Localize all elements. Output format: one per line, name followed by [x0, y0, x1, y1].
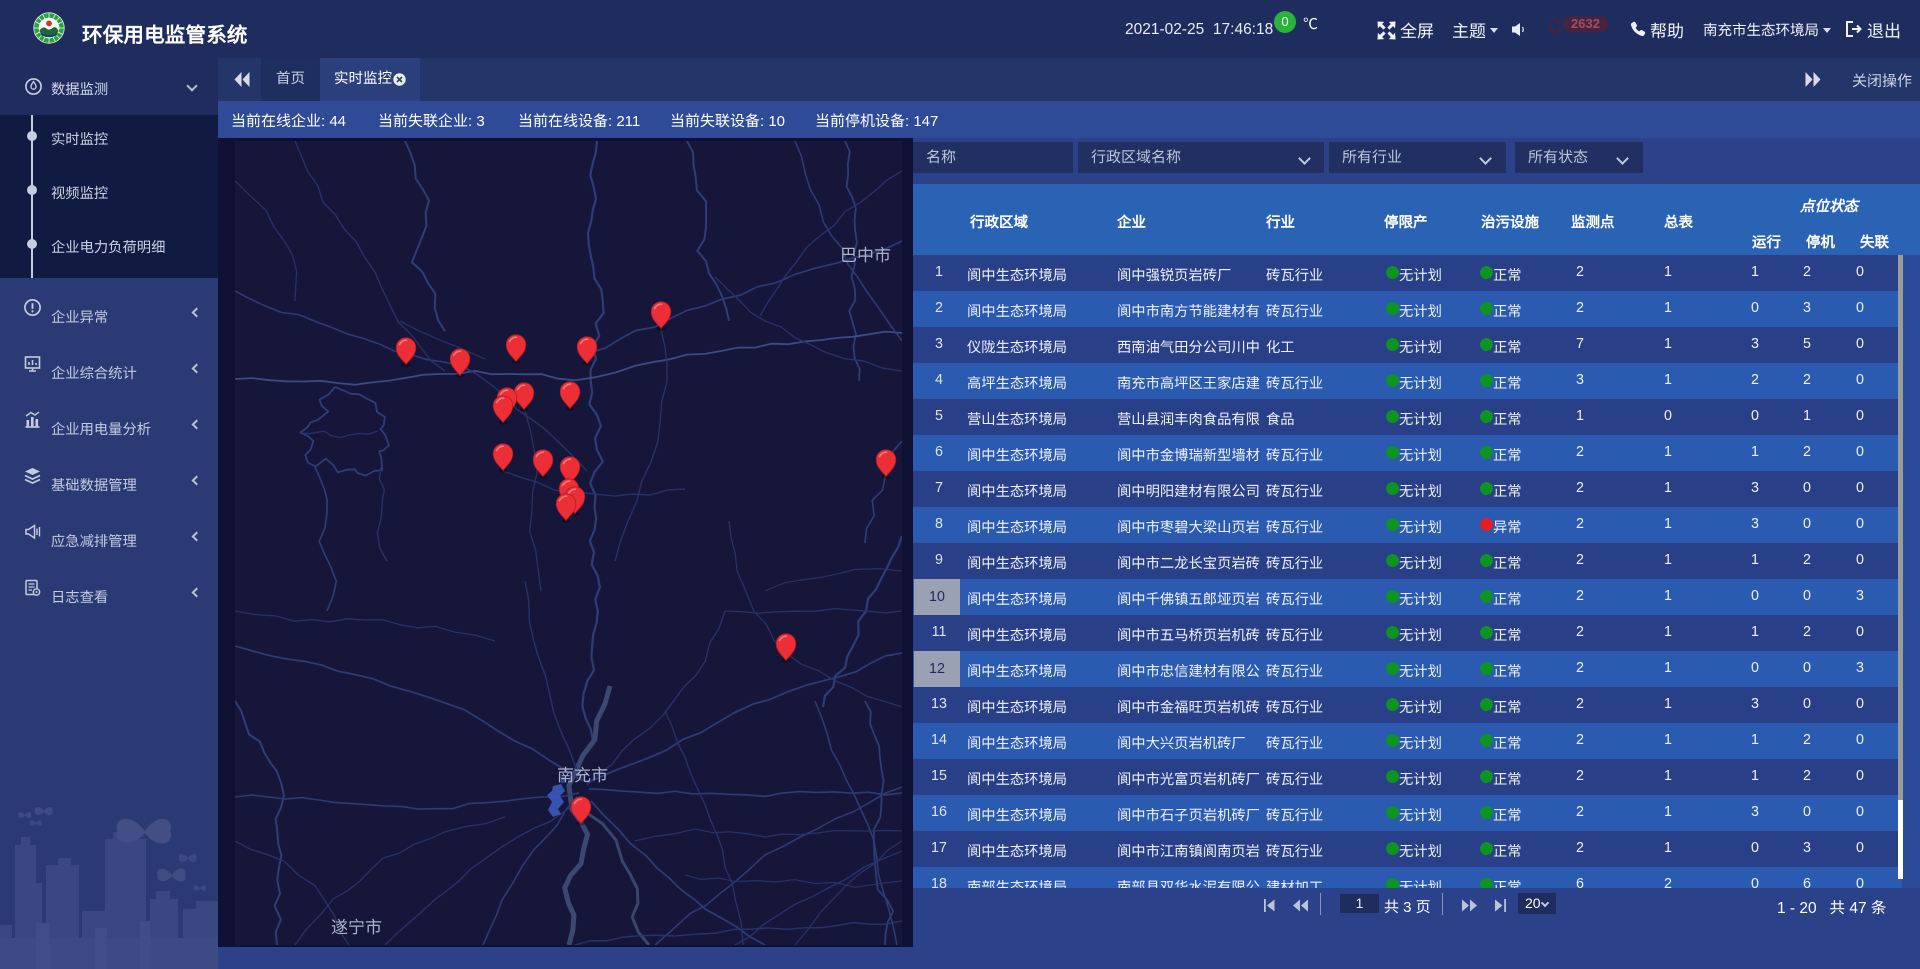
svg-text:南充市: 南充市	[557, 766, 608, 785]
svg-text:巴中市: 巴中市	[840, 246, 891, 265]
svg-text:遂宁市: 遂宁市	[331, 918, 382, 937]
